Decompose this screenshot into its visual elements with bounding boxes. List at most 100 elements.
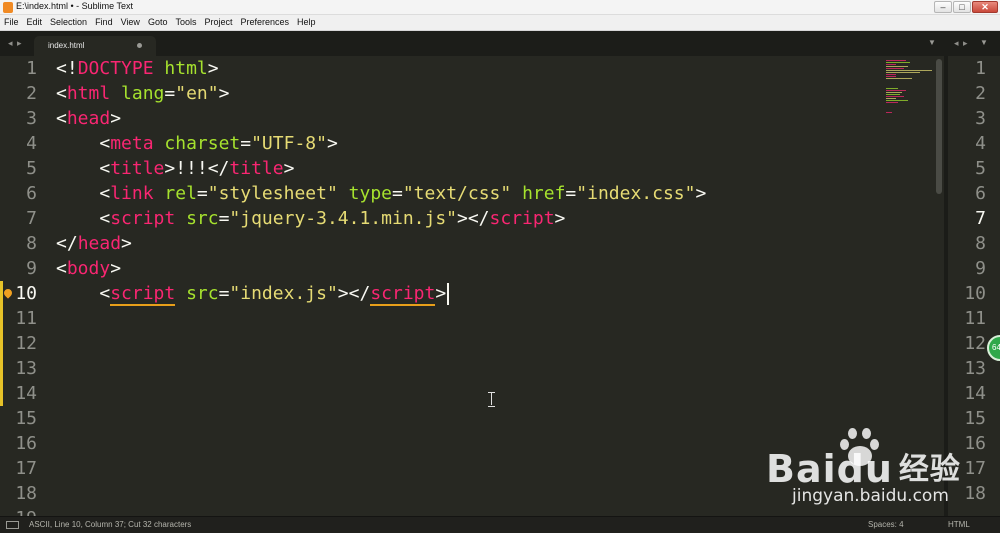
- split-line-number: 5: [975, 158, 986, 179]
- code-line[interactable]: <head>: [56, 106, 121, 131]
- code-line[interactable]: <title>!!!</title>: [56, 156, 294, 181]
- code-token: html: [164, 58, 208, 79]
- minimap[interactable]: [882, 56, 938, 136]
- code-token: href: [522, 183, 566, 204]
- menu-file[interactable]: File: [0, 15, 23, 30]
- minimap-line: [886, 72, 920, 73]
- code-line[interactable]: <!DOCTYPE html>: [56, 56, 219, 81]
- code-token: "en": [175, 83, 219, 104]
- code-line[interactable]: <body>: [56, 256, 121, 281]
- line-number: 19: [0, 506, 37, 516]
- code-token: meta: [110, 133, 154, 154]
- split-line-number: 9: [975, 258, 986, 279]
- menu-selection[interactable]: Selection: [46, 15, 91, 30]
- code-line[interactable]: <html lang="en">: [56, 81, 229, 106]
- modified-line-marker: [0, 331, 3, 406]
- minimap-line: [886, 102, 898, 103]
- minimap-line: [886, 98, 896, 99]
- line-number: 14: [15, 383, 37, 404]
- minimap-line: [886, 94, 900, 95]
- code-token: src: [186, 208, 219, 229]
- menu-view[interactable]: View: [117, 15, 144, 30]
- line-number: 6: [26, 183, 37, 204]
- tab-index-html[interactable]: index.html: [34, 36, 156, 56]
- code-token: link: [110, 183, 154, 204]
- menu-preferences[interactable]: Preferences: [236, 15, 293, 30]
- code-token: </: [56, 233, 78, 254]
- code-token: rel: [164, 183, 197, 204]
- line-number: 13: [15, 358, 37, 379]
- code-token: ></: [337, 283, 371, 304]
- code-token: "stylesheet": [207, 183, 338, 204]
- menu-project[interactable]: Project: [200, 15, 236, 30]
- modified-line-marker: [0, 281, 3, 331]
- tab-nav-arrows-icon[interactable]: ◂ ▸: [8, 38, 23, 49]
- status-bar: ASCII, Line 10, Column 37; Cut 32 charac…: [0, 516, 1000, 533]
- menu-help[interactable]: Help: [293, 15, 320, 30]
- code-token: >: [110, 258, 122, 279]
- panel-toggle-icon[interactable]: [6, 521, 19, 529]
- code-token: >: [110, 108, 122, 129]
- code-line[interactable]: <script src="index.js"></script>: [56, 281, 450, 306]
- code-token: ></: [457, 208, 490, 229]
- line-number: 8: [26, 233, 37, 254]
- menu-edit[interactable]: Edit: [23, 15, 47, 30]
- menu-find[interactable]: Find: [91, 15, 117, 30]
- sublime-app-icon: [3, 2, 13, 13]
- close-button[interactable]: ✕: [972, 1, 998, 13]
- text-cursor-icon: [488, 392, 495, 407]
- split-tab-menu-icon[interactable]: ▼: [980, 38, 988, 47]
- code-token: =: [164, 83, 176, 104]
- code-token: src: [186, 283, 219, 304]
- code-token: <: [56, 158, 111, 179]
- code-token: type: [348, 183, 392, 204]
- line-number: 4: [26, 133, 37, 154]
- code-token: >: [207, 58, 219, 79]
- split-line-number: 8: [975, 233, 986, 254]
- menu-goto[interactable]: Goto: [144, 15, 172, 30]
- code-token: script: [489, 208, 555, 229]
- code-token: <!: [56, 58, 78, 79]
- syntax-selector[interactable]: HTML: [948, 520, 970, 529]
- text-caret: [447, 283, 450, 305]
- minimize-button[interactable]: ‒: [934, 1, 952, 13]
- vertical-scrollbar[interactable]: [936, 59, 942, 194]
- code-token: script: [370, 283, 436, 306]
- code-token: >: [218, 83, 230, 104]
- maximize-button[interactable]: □: [953, 1, 971, 13]
- minimap-line: [886, 60, 906, 61]
- line-number: 5: [26, 158, 37, 179]
- line-number: 3: [26, 108, 37, 129]
- line-number: 15: [15, 408, 37, 429]
- split-tab-bar: ◂ ▸ ▼: [948, 31, 1000, 56]
- code-token: >: [326, 133, 338, 154]
- minimap-line: [886, 92, 902, 93]
- watermark-url: jingyan.baidu.com: [792, 486, 949, 506]
- code-line[interactable]: <meta charset="UTF-8">: [56, 131, 338, 156]
- code-line[interactable]: <link rel="stylesheet" type="text/css" h…: [56, 181, 706, 206]
- split-line-number: 11: [964, 308, 986, 329]
- menu-bar: File Edit Selection Find View Goto Tools…: [0, 15, 1000, 31]
- code-token: script: [110, 208, 176, 229]
- menu-tools[interactable]: Tools: [171, 15, 200, 30]
- tab-menu-icon[interactable]: ▼: [928, 38, 936, 47]
- code-line[interactable]: <script src="jquery-3.4.1.min.js"></scri…: [56, 206, 565, 231]
- line-number: 11: [15, 308, 37, 329]
- code-line[interactable]: </head>: [56, 231, 132, 256]
- code-token: head: [66, 108, 111, 129]
- split-line-number: 7: [975, 208, 986, 229]
- tab-bar: ◂ ▸ index.html ▼: [0, 31, 1000, 56]
- minimap-line: [886, 76, 896, 77]
- code-token: >: [554, 208, 566, 229]
- split-line-number: 1: [975, 58, 986, 79]
- code-token: lang: [121, 83, 165, 104]
- indentation-setting[interactable]: Spaces: 4: [868, 520, 904, 529]
- split-nav-arrows-icon[interactable]: ◂ ▸: [954, 38, 969, 49]
- split-line-number: 12: [964, 333, 986, 354]
- unsaved-dot-icon[interactable]: [137, 43, 142, 48]
- minimap-line: [886, 100, 908, 101]
